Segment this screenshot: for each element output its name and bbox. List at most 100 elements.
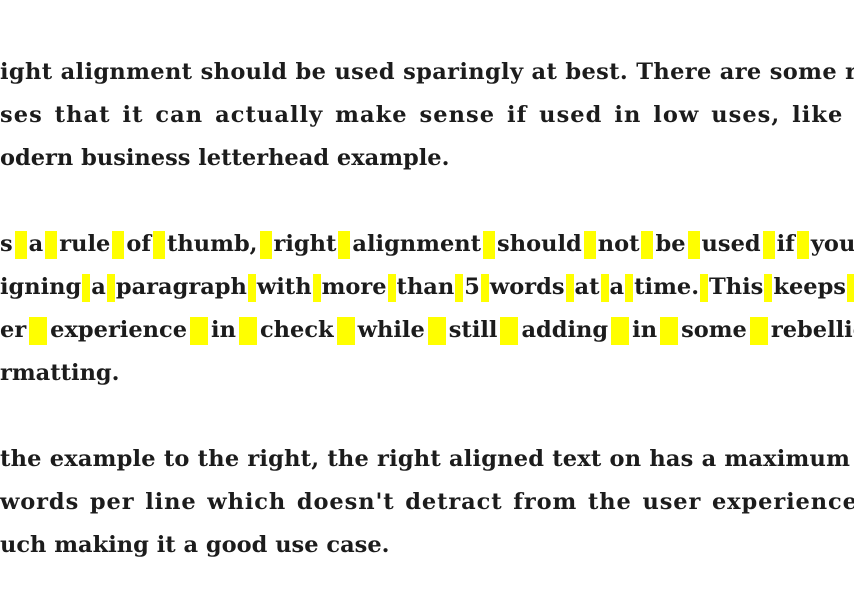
highlight-gap — [846, 273, 854, 302]
text-line: ight alignment should be used sparingly … — [0, 59, 854, 85]
highlight-block — [611, 316, 630, 345]
highlight-gap — [657, 316, 681, 345]
highlight-block — [259, 230, 272, 259]
highlight-block — [583, 230, 596, 259]
highlight-block — [660, 316, 679, 345]
word: a — [91, 274, 106, 300]
highlight-gap — [151, 230, 167, 259]
word: words — [489, 274, 565, 300]
highlight-gap — [106, 273, 116, 302]
highlight-block — [764, 273, 773, 302]
highlight-block — [190, 316, 209, 345]
paragraph-intro: ight alignment should be used sparingly … — [0, 51, 854, 180]
highlight-block — [500, 316, 519, 345]
highlight-gap — [624, 273, 634, 302]
highlight-gap — [686, 230, 702, 259]
word: of — [126, 231, 152, 257]
highlight-block — [565, 273, 574, 302]
word: used — [701, 231, 761, 257]
word: more — [321, 274, 387, 300]
highlight-gap — [481, 230, 497, 259]
word: be — [655, 231, 686, 257]
word: in — [211, 317, 236, 343]
highlight-block — [762, 230, 775, 259]
highlight-block — [45, 230, 58, 259]
highlight-gap — [497, 316, 521, 345]
highlight-gap — [334, 316, 358, 345]
word: alignment — [352, 231, 482, 257]
word: a — [609, 274, 625, 300]
highlight-block — [247, 273, 256, 302]
word: keeps — [773, 274, 846, 300]
highlight-gap — [454, 273, 464, 302]
highlight-gap — [336, 230, 352, 259]
highlight-gap — [761, 230, 777, 259]
highlight-gap — [26, 316, 50, 345]
word: you — [810, 231, 854, 257]
word: adding — [521, 317, 609, 343]
highlight-block — [153, 230, 166, 259]
highlight-gap — [110, 230, 126, 259]
highlight-gap — [387, 273, 397, 302]
highlight-block — [700, 273, 709, 302]
highlight-gap — [81, 273, 91, 302]
word: a — [28, 231, 44, 257]
text-line: words per line which doesn't detract fro… — [0, 489, 854, 515]
highlight-block — [796, 230, 809, 259]
word: right — [273, 231, 337, 257]
highlight-gap — [425, 316, 449, 345]
highlight-block — [338, 230, 351, 259]
highlight-gap — [43, 230, 59, 259]
highlight-block — [483, 230, 496, 259]
word: check — [259, 317, 334, 343]
text-line: odern business letterhead example. — [0, 145, 450, 171]
word: er — [0, 317, 27, 343]
highlighted-line: er experience in check while still adding in som… — [0, 309, 854, 352]
highlight-gap — [565, 273, 575, 302]
highlight-gap — [13, 230, 29, 259]
highlight-gap — [795, 230, 811, 259]
highlight-gap — [600, 273, 610, 302]
word: some — [681, 317, 747, 343]
word: This — [709, 274, 764, 300]
highlight-block — [687, 230, 700, 259]
word: still — [448, 317, 498, 343]
highlight-block — [336, 316, 355, 345]
highlight-gap — [608, 316, 632, 345]
paragraph-highlighted: s a rule of thumb, right alignment should not be u… — [0, 223, 854, 395]
word: paragraph — [115, 274, 247, 300]
highlight-gap — [699, 273, 709, 302]
highlight-block — [480, 273, 489, 302]
highlight-block — [106, 273, 115, 302]
word: thumb, — [167, 231, 258, 257]
word: igning — [0, 274, 82, 300]
highlight-block — [82, 273, 91, 302]
word: if — [776, 231, 795, 257]
highlight-block — [625, 273, 634, 302]
document-page: ight alignment should be used sparingly … — [0, 0, 854, 606]
text-line: the example to the right, the right alig… — [0, 446, 851, 472]
highlight-block — [600, 273, 609, 302]
word: while — [357, 317, 425, 343]
highlight-block — [112, 230, 125, 259]
highlight-gap — [582, 230, 598, 259]
text-line: rmatting. — [0, 360, 120, 386]
word: not — [597, 231, 640, 257]
highlight-block — [387, 273, 396, 302]
highlight-gap — [747, 316, 771, 345]
highlight-gap — [480, 273, 490, 302]
highlighted-line: igning a paragraph with more than 5 words at a tim… — [0, 266, 854, 309]
highlight-block — [749, 316, 768, 345]
word: with — [256, 274, 312, 300]
highlight-gap — [639, 230, 655, 259]
highlight-block — [641, 230, 654, 259]
word: at — [574, 274, 600, 300]
highlight-block — [238, 316, 257, 345]
word: rebellio — [770, 317, 854, 343]
text-line: uch making it a good use case. — [0, 532, 390, 558]
highlighted-line: s a rule of thumb, right alignment should not be u… — [0, 223, 854, 266]
word: s — [0, 231, 13, 257]
highlight-gap — [247, 273, 257, 302]
highlight-block — [312, 273, 321, 302]
word: time. — [634, 274, 700, 300]
